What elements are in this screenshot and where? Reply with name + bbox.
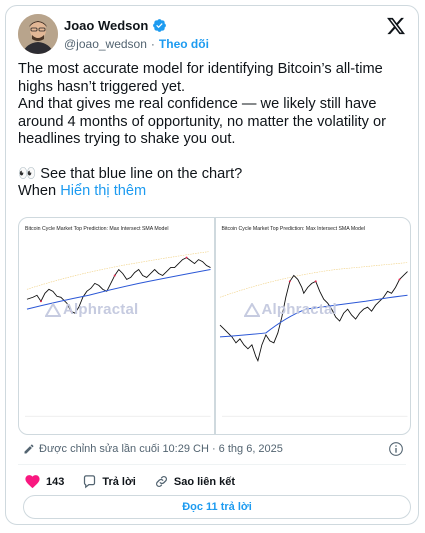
- chart-title-left: Bitcoin Cycle Market Top Prediction: Max…: [25, 226, 169, 232]
- info-icon[interactable]: [388, 441, 404, 457]
- avatar[interactable]: [18, 14, 58, 54]
- like-count: 143: [46, 475, 65, 488]
- show-more-link[interactable]: Hiển thị thêm: [60, 183, 146, 199]
- chart-image-right[interactable]: Bitcoin Cycle Market Top Prediction: Max…: [215, 218, 410, 434]
- reply-label: Trả lời: [102, 475, 136, 488]
- author-handle[interactable]: @joao_wedson: [64, 37, 147, 51]
- tweet-text: The most accurate model for identifying …: [18, 61, 410, 201]
- like-button[interactable]: 143: [24, 473, 64, 490]
- pencil-icon: [24, 444, 34, 454]
- separator-dot: ·: [150, 37, 155, 51]
- watermark-left: Alphractal: [45, 301, 138, 318]
- divider: [18, 464, 406, 465]
- x-logo-icon[interactable]: [386, 16, 406, 36]
- follow-button[interactable]: Theo dõi: [159, 37, 209, 51]
- alphractal-logo-icon: [45, 302, 61, 317]
- alphractal-logo-icon: [243, 302, 260, 317]
- reply-button[interactable]: Trả lời: [82, 474, 136, 489]
- author-name[interactable]: Joao Wedson: [64, 18, 148, 33]
- tweet-paragraph-2: And that gives me real confidence — we l…: [18, 96, 391, 147]
- chart-title-right: Bitcoin Cycle Market Top Prediction: Max…: [221, 226, 365, 232]
- heart-icon: [25, 475, 40, 489]
- tweet-card: Joao Wedson @joao_wedson · Theo dõi The …: [5, 5, 419, 525]
- read-replies-button[interactable]: Đọc 11 trả lời: [23, 495, 411, 519]
- action-bar: 143 Trả lời Sao liên kết: [24, 473, 253, 490]
- link-icon: [155, 476, 167, 487]
- verified-badge-icon: [153, 19, 167, 32]
- tweet-paragraph-3: 👀 See that blue line on the chart?: [18, 165, 243, 182]
- edited-timestamp[interactable]: Được chỉnh sửa lần cuối 10:29 CH · 6 thg…: [23, 443, 283, 455]
- tweet-paragraph-4: When Hiển thị thêm: [18, 183, 147, 199]
- comment-icon: [84, 475, 96, 489]
- tweet-media[interactable]: Bitcoin Cycle Market Top Prediction: Max…: [18, 217, 411, 435]
- chart-image-left[interactable]: Bitcoin Cycle Market Top Prediction: Max…: [19, 218, 214, 434]
- copy-link-label: Sao liên kết: [173, 475, 235, 488]
- copy-link-button[interactable]: Sao liên kết: [154, 474, 235, 489]
- tweet-paragraph-1: The most accurate model for identifying …: [18, 61, 387, 95]
- watermark-right: Alphractal: [243, 301, 337, 318]
